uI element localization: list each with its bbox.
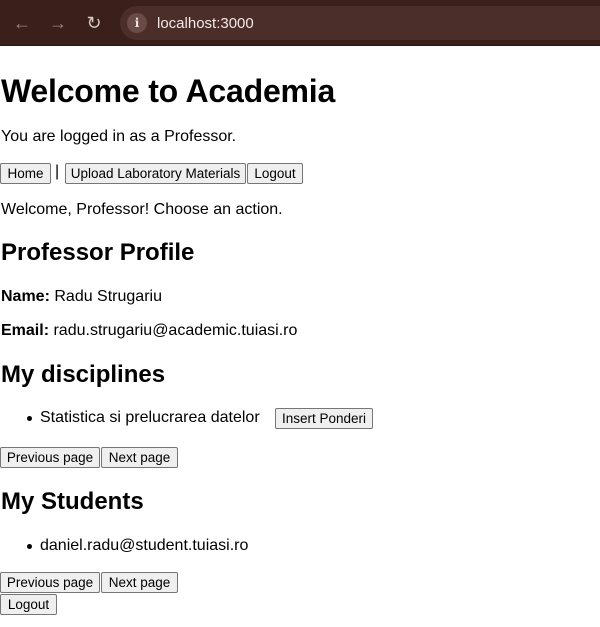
- name-label: Name:: [1, 288, 50, 305]
- arrow-left-icon[interactable]: ←: [11, 12, 33, 34]
- email-label: Email:: [1, 322, 50, 339]
- profile-name-row: Name: Radu Strugariu: [1, 288, 162, 306]
- disciplines-previous-page-button[interactable]: Previous page: [0, 447, 100, 468]
- page-title: Welcome to Academia: [1, 73, 336, 109]
- reload-icon[interactable]: ↻: [83, 12, 105, 34]
- students-next-page-button[interactable]: Next page: [101, 572, 178, 593]
- disciplines-next-page-button[interactable]: Next page: [101, 447, 178, 468]
- profile-email-row: Email: radu.strugariu@academic.tuiasi.ro: [1, 322, 297, 340]
- insert-ponderi-button[interactable]: Insert Ponderi: [275, 408, 373, 429]
- bullet-icon: [27, 416, 32, 421]
- page-content: Welcome to Academia You are logged in as…: [0, 46, 600, 627]
- profile-heading: Professor Profile: [1, 239, 195, 266]
- students-previous-page-button[interactable]: Previous page: [0, 572, 100, 593]
- name-value: Radu Strugariu: [54, 288, 162, 305]
- footer-logout-button[interactable]: Logout: [0, 594, 57, 615]
- welcome-message: Welcome, Professor! Choose an action.: [1, 201, 283, 218]
- logged-in-text: You are logged in as a Professor.: [1, 128, 237, 145]
- logout-button[interactable]: Logout: [247, 163, 303, 184]
- url-text[interactable]: localhost:3000: [157, 15, 254, 32]
- students-heading: My Students: [1, 488, 144, 515]
- disciplines-heading: My disciplines: [1, 361, 166, 388]
- nav-separator: |: [55, 163, 60, 180]
- home-button[interactable]: Home: [0, 163, 51, 184]
- bullet-icon: [27, 544, 32, 549]
- student-item: daniel.radu@student.tuiasi.ro: [40, 537, 249, 554]
- info-icon[interactable]: i: [127, 13, 147, 33]
- browser-toolbar: ← → ↻ i localhost:3000: [0, 0, 600, 46]
- discipline-item: Statistica si prelucrarea datelor: [40, 409, 260, 426]
- upload-materials-button[interactable]: Upload Laboratory Materials: [65, 163, 246, 184]
- address-bar[interactable]: i localhost:3000: [120, 6, 600, 40]
- arrow-right-icon[interactable]: →: [47, 12, 69, 34]
- email-value: radu.strugariu@academic.tuiasi.ro: [53, 322, 298, 339]
